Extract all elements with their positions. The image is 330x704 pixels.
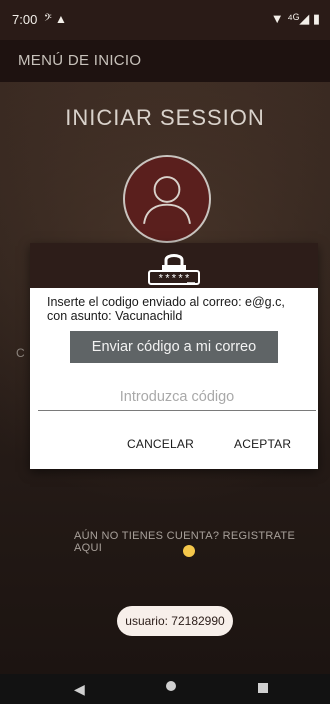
status-bar: 7:00 𝄢 ▲ ▼ ⁴ᴳ◢ ▮ <box>0 0 330 40</box>
back-icon[interactable]: ◀ <box>74 681 85 698</box>
code-input[interactable] <box>38 384 316 411</box>
system-nav-bar: ◀ <box>0 674 330 704</box>
password-mask: ***** <box>157 274 190 286</box>
obscured-field-label: C <box>16 346 25 360</box>
send-code-button[interactable]: Enviar código a mi correo <box>70 331 278 363</box>
verification-dialog: ***** Inserte el codigo enviado al corre… <box>30 243 318 469</box>
app-bar: MENÚ DE INICIO <box>0 40 330 82</box>
notification-icons: 𝄢 ▲ <box>44 12 67 26</box>
signal-battery-icons: ▼ ⁴ᴳ◢ ▮ <box>270 11 320 26</box>
smile-emoji-icon <box>183 545 195 557</box>
login-title: INICIAR SESSION <box>65 105 265 130</box>
avatar <box>123 155 211 243</box>
cancel-button[interactable]: CANCELAR <box>127 437 194 451</box>
user-toast: usuario: 72182990 <box>117 606 233 636</box>
password-lock-icon: ***** <box>143 249 205 289</box>
dialog-header: ***** <box>30 243 318 288</box>
dialog-message: Inserte el codigo enviado al correo: e@g… <box>47 295 285 323</box>
app-title: MENÚ DE INICIO <box>18 52 142 69</box>
recent-apps-icon[interactable] <box>258 683 268 693</box>
status-time: 7:00 <box>12 12 38 27</box>
user-icon <box>143 176 191 224</box>
home-icon[interactable] <box>166 681 176 691</box>
accept-button[interactable]: ACEPTAR <box>234 437 291 451</box>
